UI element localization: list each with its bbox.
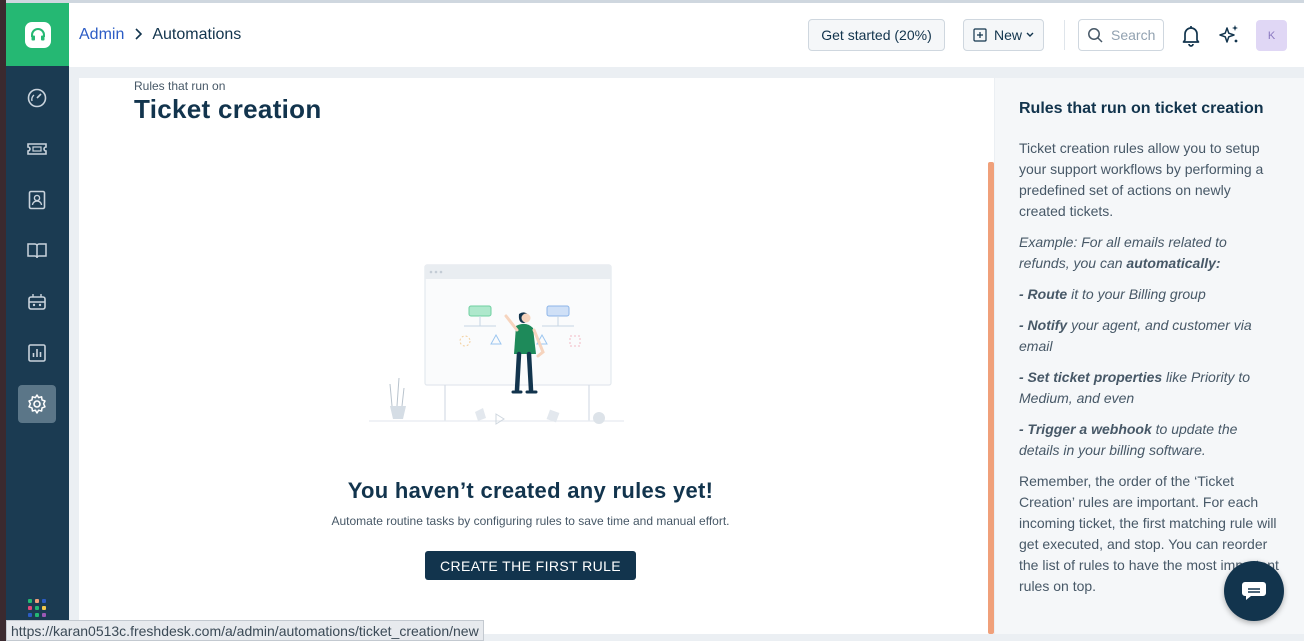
new-button-label: New [993, 27, 1022, 43]
info-item-bold: - Set ticket properties [1019, 369, 1163, 385]
main-content: Rules that run on Ticket creation You ha… [79, 78, 994, 634]
info-intro: Ticket creation rules allow you to setup… [1019, 140, 1264, 219]
bot-icon [28, 294, 46, 310]
headset-icon [24, 21, 51, 48]
search-input[interactable]: Search [1078, 19, 1164, 51]
breadcrumb-admin-link[interactable]: Admin [79, 26, 124, 44]
search-placeholder: Search [1111, 27, 1156, 43]
browser-status-url: https://karan0513c.freshdesk.com/a/admin… [6, 620, 484, 641]
tickets-icon [27, 143, 47, 155]
empty-state-subtitle: Automate routine tasks by configuring ru… [331, 514, 730, 528]
empty-state-illustration [369, 264, 624, 425]
top-header: Admin Automations Get started (20%) New … [69, 3, 1304, 67]
chat-widget-button[interactable] [1224, 561, 1284, 621]
info-item-bold: - Route [1019, 286, 1068, 302]
info-example-bold: automatically: [1126, 255, 1221, 271]
breadcrumb-current: Automations [152, 26, 242, 43]
page-title: Ticket creation [134, 94, 322, 124]
sidebar-item-admin[interactable] [18, 385, 56, 423]
reports-icon [28, 344, 46, 362]
breadcrumb: Admin Automations [79, 26, 241, 44]
search-icon [1088, 28, 1103, 43]
get-started-button[interactable]: Get started (20%) [808, 19, 945, 51]
freddy-ai-sparkle-icon[interactable] [1217, 23, 1241, 47]
sidebar-item-bots[interactable] [18, 283, 56, 321]
sidebar-item-contacts[interactable] [18, 181, 56, 219]
info-item-text: it to your Billing group [1067, 286, 1206, 302]
create-first-rule-button[interactable]: CREATE THE FIRST RULE [425, 551, 636, 580]
info-item-bold: - Trigger a webhook [1019, 421, 1152, 437]
notification-bell-icon[interactable] [1179, 23, 1203, 47]
app-switcher-icon[interactable] [28, 599, 46, 617]
sidebar-item-tickets[interactable] [18, 130, 56, 168]
header-divider [1064, 20, 1065, 50]
info-item-set-properties: - Set ticket properties like Priority to… [1019, 367, 1280, 409]
info-item-notify: - Notify your agent, and customer via em… [1019, 315, 1280, 357]
sidebar-item-reports[interactable] [18, 334, 56, 372]
sidebar [6, 3, 69, 641]
info-item-bold: - Notify [1019, 317, 1068, 333]
user-avatar[interactable]: K [1256, 20, 1287, 51]
dashboard-icon [27, 88, 47, 108]
info-item-webhook: - Trigger a webhook to update the detail… [1019, 419, 1280, 461]
chevron-down-icon [1026, 32, 1034, 37]
contacts-icon [28, 190, 46, 210]
admin-gear-icon [28, 394, 46, 414]
scroll-accent-bar [988, 162, 994, 634]
info-panel-title: Rules that run on ticket creation [1019, 100, 1264, 117]
sidebar-item-dashboard[interactable] [18, 79, 56, 117]
freshdesk-logo[interactable] [6, 3, 69, 66]
solutions-book-icon [27, 243, 47, 259]
sidebar-item-solutions[interactable] [18, 232, 56, 270]
info-example: Example: For all emails related to refun… [1019, 232, 1280, 274]
new-button[interactable]: New [963, 19, 1044, 51]
page-pretitle: Rules that run on [134, 79, 226, 93]
chat-bubble-icon [1242, 582, 1266, 600]
plus-square-icon [973, 28, 987, 42]
info-panel: Rules that run on ticket creation Ticket… [995, 78, 1304, 634]
empty-state-title: You haven’t created any rules yet! [347, 478, 714, 503]
info-item-route: - Route it to your Billing group [1019, 284, 1280, 305]
chevron-right-icon [134, 27, 143, 43]
